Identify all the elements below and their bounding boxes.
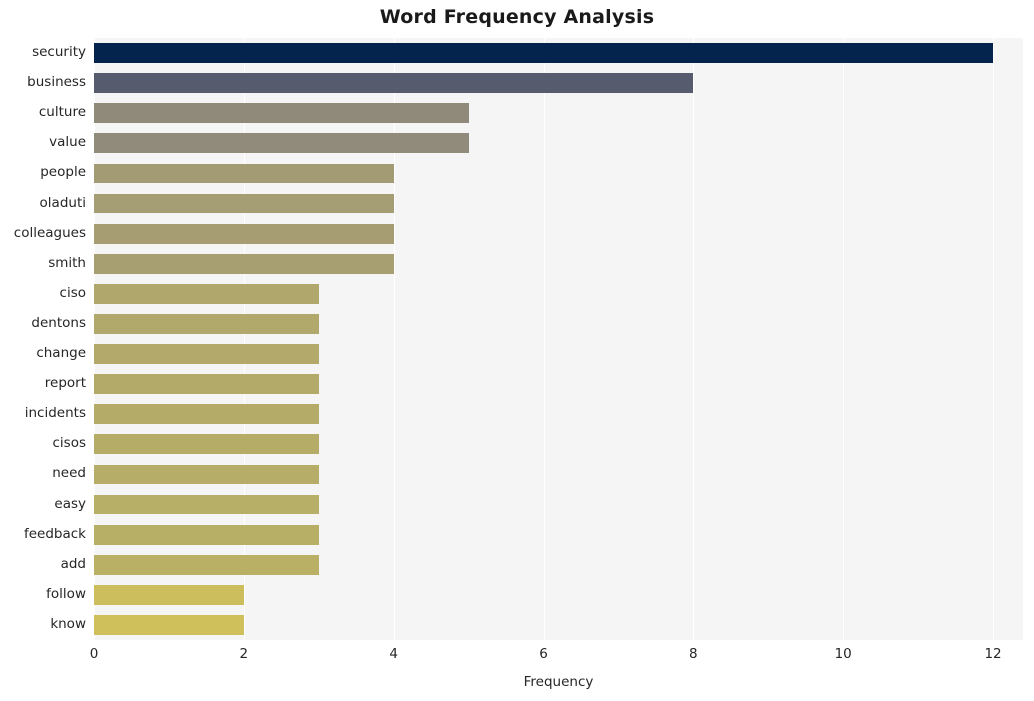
y-axis-tick-labels: security business culture value people oladut… [0, 38, 86, 640]
y-tick-label-value: value [49, 134, 86, 151]
bar-security [94, 43, 994, 63]
x-tick-label-4: 4 [389, 646, 398, 662]
y-tick-label-oladuti: oladuti [39, 194, 86, 211]
bar-dentons [94, 314, 319, 334]
bar-row [94, 253, 1023, 274]
y-tick-label-culture: culture [38, 104, 86, 121]
y-tick-label-security: security [32, 44, 86, 61]
x-tick-label-10: 10 [834, 646, 852, 662]
bar-business [94, 73, 694, 94]
y-tick-label-know: know [50, 615, 86, 632]
bar-smith [94, 253, 394, 274]
bar-row [94, 434, 1023, 455]
y-tick-label-business: business [27, 74, 86, 91]
x-axis-tick-labels: 0 2 4 6 8 10 12 [0, 646, 1034, 668]
chart-title: Word Frequency Analysis [379, 6, 655, 28]
y-tick-label-ciso: ciso [59, 284, 86, 301]
bar-row [94, 314, 1023, 334]
bar-row [94, 193, 1023, 214]
x-tick-label-12: 12 [984, 646, 1002, 662]
bar-row [94, 283, 1023, 304]
y-tick-label-cisos: cisos [52, 435, 87, 452]
bar-row [94, 344, 1023, 364]
bar-row [94, 163, 1023, 184]
bar-row [94, 73, 1023, 94]
bar-report [94, 374, 319, 395]
x-tick-label-6: 6 [539, 646, 548, 662]
bar-row [94, 103, 1023, 124]
bars-layer [94, 38, 1023, 640]
y-tick-label-easy: easy [54, 495, 86, 512]
bar-feedback [94, 524, 319, 545]
bar-row [94, 404, 1023, 425]
bar-row [94, 494, 1023, 515]
bar-people [94, 163, 394, 184]
word-frequency-chart: Word Frequency Analysis security business… [0, 0, 1034, 701]
y-tick-label-add: add [60, 555, 86, 572]
x-axis-title: Frequency [523, 674, 594, 690]
bar-row [94, 584, 1023, 605]
y-tick-label-colleagues: colleagues [13, 224, 86, 241]
y-tick-label-need: need [52, 465, 86, 482]
bar-follow [94, 584, 244, 605]
x-tick-label-2: 2 [239, 646, 249, 662]
bar-change [94, 344, 319, 364]
bar-incidents [94, 404, 319, 425]
y-tick-label-dentons: dentons [31, 314, 86, 331]
y-tick-label-people: people [40, 164, 86, 181]
y-tick-label-feedback: feedback [23, 525, 86, 542]
bar-value [94, 133, 469, 154]
bar-know [94, 615, 244, 635]
plot-area [94, 38, 1023, 640]
x-tick-label-8: 8 [689, 646, 698, 662]
y-tick-label-change: change [36, 345, 86, 362]
y-tick-label-report: report [44, 375, 86, 392]
bar-colleagues [94, 223, 394, 244]
bar-oladuti [94, 193, 394, 214]
bar-cisos [94, 434, 319, 455]
bar-row [94, 43, 1023, 63]
bar-need [94, 464, 319, 485]
y-tick-label-smith: smith [48, 254, 86, 271]
bar-row [94, 223, 1023, 244]
bar-row [94, 615, 1023, 635]
y-tick-label-follow: follow [46, 585, 86, 602]
bar-row [94, 554, 1023, 575]
bar-add [94, 554, 319, 575]
bar-ciso [94, 283, 319, 304]
x-tick-label-0: 0 [89, 646, 99, 662]
bar-easy [94, 494, 319, 515]
bar-row [94, 374, 1023, 395]
bar-row [94, 464, 1023, 485]
bar-row [94, 524, 1023, 545]
bar-culture [94, 103, 469, 124]
y-tick-label-incidents: incidents [24, 405, 86, 422]
bar-row [94, 133, 1023, 154]
